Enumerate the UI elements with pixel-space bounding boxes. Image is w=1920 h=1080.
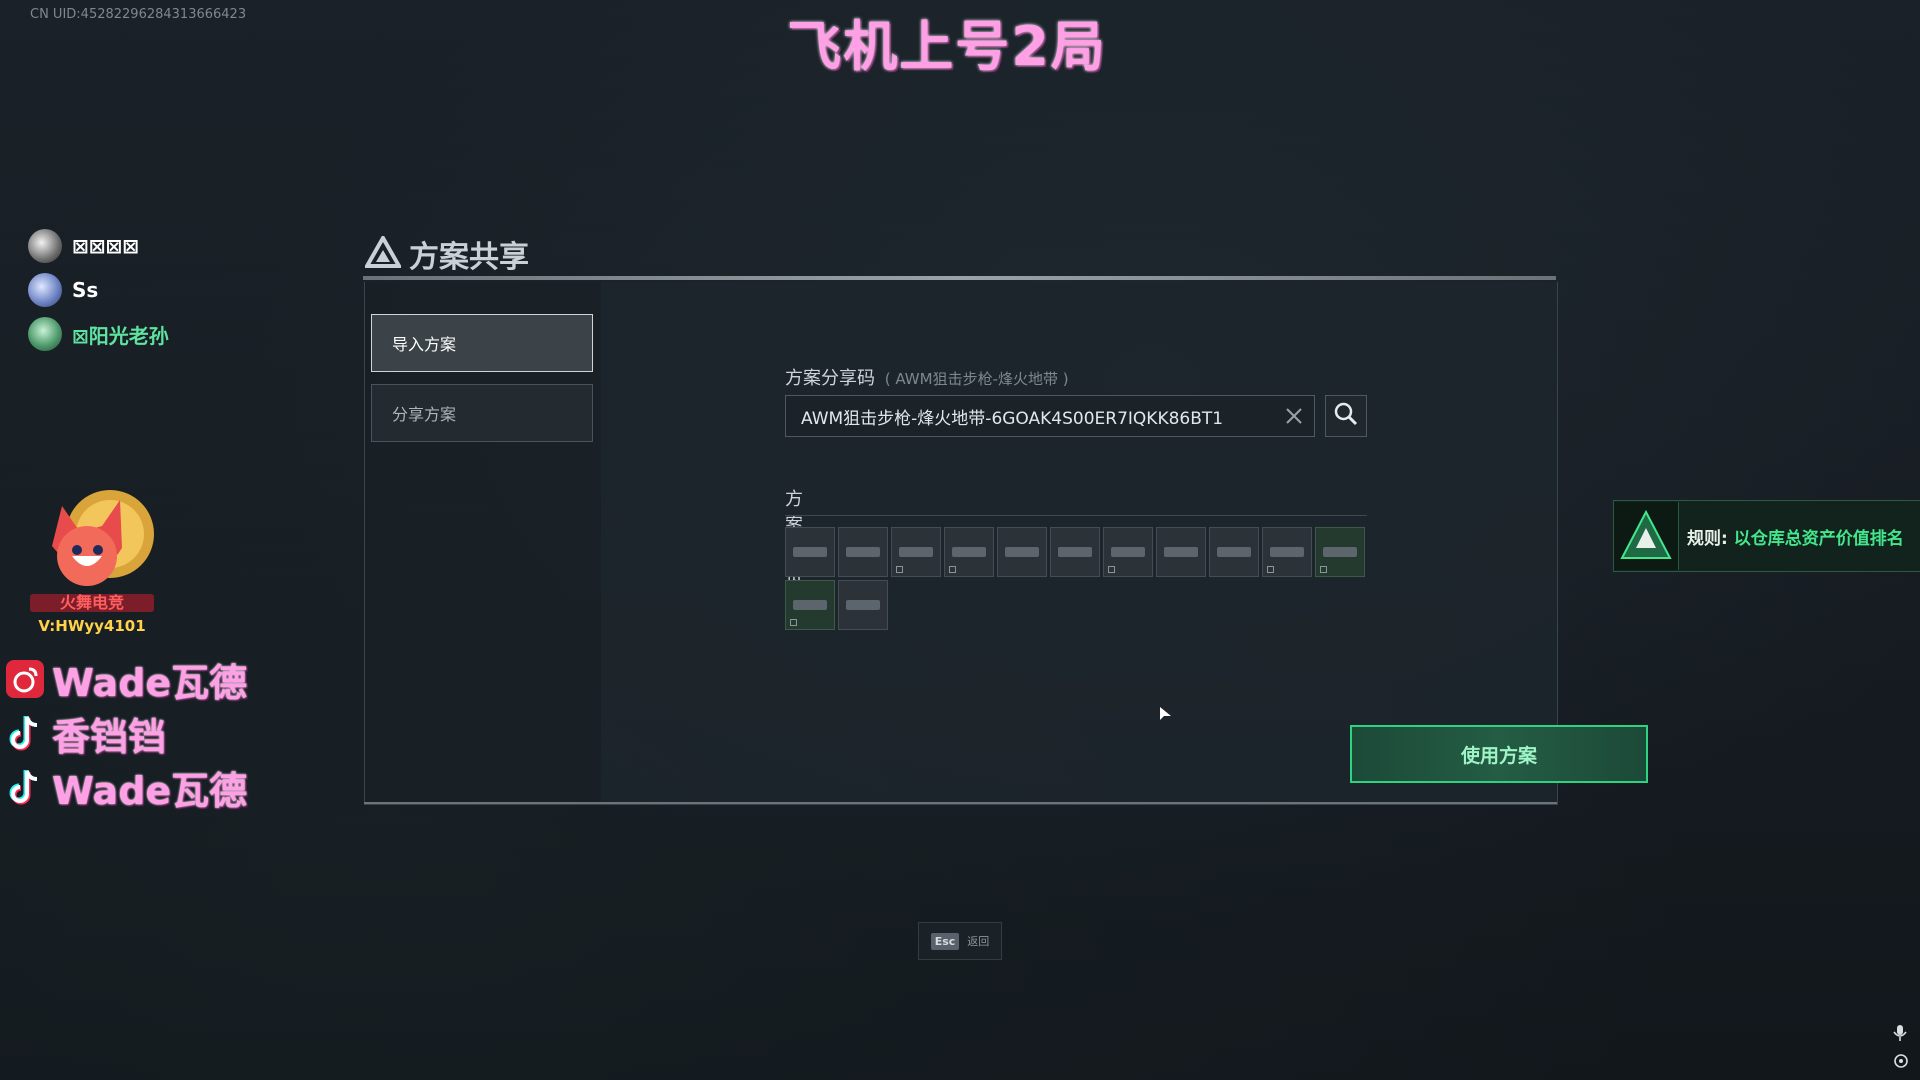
attachment-icon [1005, 547, 1039, 557]
share-code-value: AWM狙击步枪-烽火地带-6GOAK4S00ER7IQKK86BT1 [801, 408, 1224, 429]
social-link: Wade瓦德 [4, 652, 247, 706]
panel-sidebar: 导入方案 分享方案 [365, 282, 601, 804]
stream-title: 飞机上号2局 [787, 15, 1107, 78]
use-plan-label: 使用方案 [1460, 744, 1537, 767]
mouse-cursor-icon [1160, 706, 1172, 725]
tab-label: 分享方案 [392, 405, 457, 424]
attachment-icon [1111, 547, 1145, 557]
share-code-label: 方案分享码 ( AWM狙击步枪-烽火地带 ) [785, 364, 1069, 390]
team-member: ⊠阳光老孙 [28, 312, 169, 356]
attachment-slot-scope[interactable] [997, 527, 1047, 577]
share-code-input[interactable]: AWM狙击步枪-烽火地带-6GOAK4S00ER7IQKK86BT1 [785, 395, 1315, 437]
back-label: 返回 [967, 935, 990, 948]
social-handle: 香铛铛 [52, 714, 167, 759]
tab-label: 导入方案 [392, 335, 457, 354]
avatar [28, 273, 62, 307]
triangle-logo-icon [363, 233, 403, 272]
social-link: Wade瓦德 [4, 760, 247, 814]
attachment-icon [899, 547, 933, 557]
weibo-icon [4, 658, 46, 700]
tiktok-icon [4, 766, 46, 808]
attachment-icon [1323, 547, 1357, 557]
attachment-icon [846, 547, 880, 557]
slot-tag-icon [1108, 566, 1115, 573]
attachment-icon [793, 547, 827, 557]
attachment-slots [785, 527, 1385, 630]
rule-banner: 规则: 以仓库总资产价值排名 [1613, 500, 1920, 572]
esc-key: Esc [930, 932, 960, 950]
team-member-name: ⊠⊠⊠⊠ [72, 234, 140, 258]
location-icon[interactable] [1893, 1053, 1909, 1073]
social-handle: Wade瓦德 [52, 768, 248, 813]
slot-tag-icon [1320, 566, 1327, 573]
attachment-slot-muzzle[interactable] [785, 527, 835, 577]
use-plan-button[interactable]: 使用方案 [1350, 725, 1648, 783]
panel-top-divider [363, 276, 1556, 280]
attachment-slot-barrel[interactable] [838, 527, 888, 577]
attachment-icon [1058, 547, 1092, 557]
team-member: ⊠⊠⊠⊠ [28, 224, 169, 268]
search-icon [1333, 401, 1359, 431]
tournament-logo [1614, 502, 1679, 570]
team-list: ⊠⊠⊠⊠ Ss ⊠阳光老孙 [28, 224, 169, 356]
slot-tag-icon [1267, 566, 1274, 573]
plan-share-panel: 导入方案 分享方案 方案分享码 ( AWM狙击步枪-烽火地带 ) AWM狙击步枪… [364, 282, 1648, 805]
social-handle: Wade瓦德 [52, 660, 248, 705]
tab-import-plan[interactable]: 导入方案 [371, 314, 593, 372]
tiktok-icon [4, 712, 46, 754]
attachment-slot-mount-ring[interactable] [1050, 527, 1100, 577]
rule-prefix: 规则: [1687, 528, 1728, 549]
attachment-icon [1217, 547, 1251, 557]
panel-header: 方案共享 [363, 232, 529, 276]
attachment-slot-bipod[interactable] [1156, 527, 1206, 577]
avatar [28, 317, 62, 351]
slot-tag-icon [790, 619, 797, 626]
attachment-slot-stock-pad[interactable] [1209, 527, 1259, 577]
attachment-slot-handguard[interactable] [1103, 527, 1153, 577]
attachment-slot-magazine[interactable] [1262, 527, 1312, 577]
tab-share-plan[interactable]: 分享方案 [371, 384, 593, 442]
avatar [28, 229, 62, 263]
panel-title: 方案共享 [409, 240, 529, 275]
attachment-icon [846, 600, 880, 610]
mascot-contact: V:HWyy4101 [38, 617, 145, 635]
social-links: Wade瓦德 香铛铛 Wade瓦德 [4, 652, 247, 814]
slot-tag-icon [896, 566, 903, 573]
slot-tag-icon [949, 566, 956, 573]
search-button[interactable] [1325, 395, 1367, 437]
attachment-slot-rail-green-1[interactable] [1315, 527, 1365, 577]
attachment-slot-stock[interactable] [838, 580, 888, 630]
microphone-icon[interactable] [1893, 1024, 1907, 1046]
attachment-slot-grip[interactable] [891, 527, 941, 577]
rule-main: 以仓库总资产价值排名 [1733, 528, 1904, 549]
share-code-title: 方案分享码 [785, 368, 875, 389]
mascot-logo: 火舞电竞 V:HWyy4101 [22, 486, 162, 636]
back-button[interactable]: Esc 返回 [918, 922, 1002, 960]
attachment-icon [1164, 547, 1198, 557]
share-code-subtitle: ( AWM狙击步枪-烽火地带 ) [884, 370, 1069, 388]
team-member-name: Ss [72, 278, 99, 302]
rule-text: 规则: 以仓库总资产价值排名 [1687, 524, 1904, 549]
attachment-icon [952, 547, 986, 557]
attachment-slot-rail[interactable] [944, 527, 994, 577]
panel-bottom-divider [364, 802, 1557, 804]
team-member: Ss [28, 268, 169, 312]
team-member-name: ⊠阳光老孙 [72, 323, 169, 348]
attachment-icon [793, 600, 827, 610]
attachment-slot-rail-green-2[interactable] [785, 580, 835, 630]
mascot-team-name: 火舞电竞 [60, 593, 124, 612]
social-link: 香铛铛 [4, 706, 247, 760]
attachment-icon [1270, 547, 1304, 557]
preview-divider [785, 515, 1367, 516]
close-icon[interactable] [1284, 406, 1304, 426]
